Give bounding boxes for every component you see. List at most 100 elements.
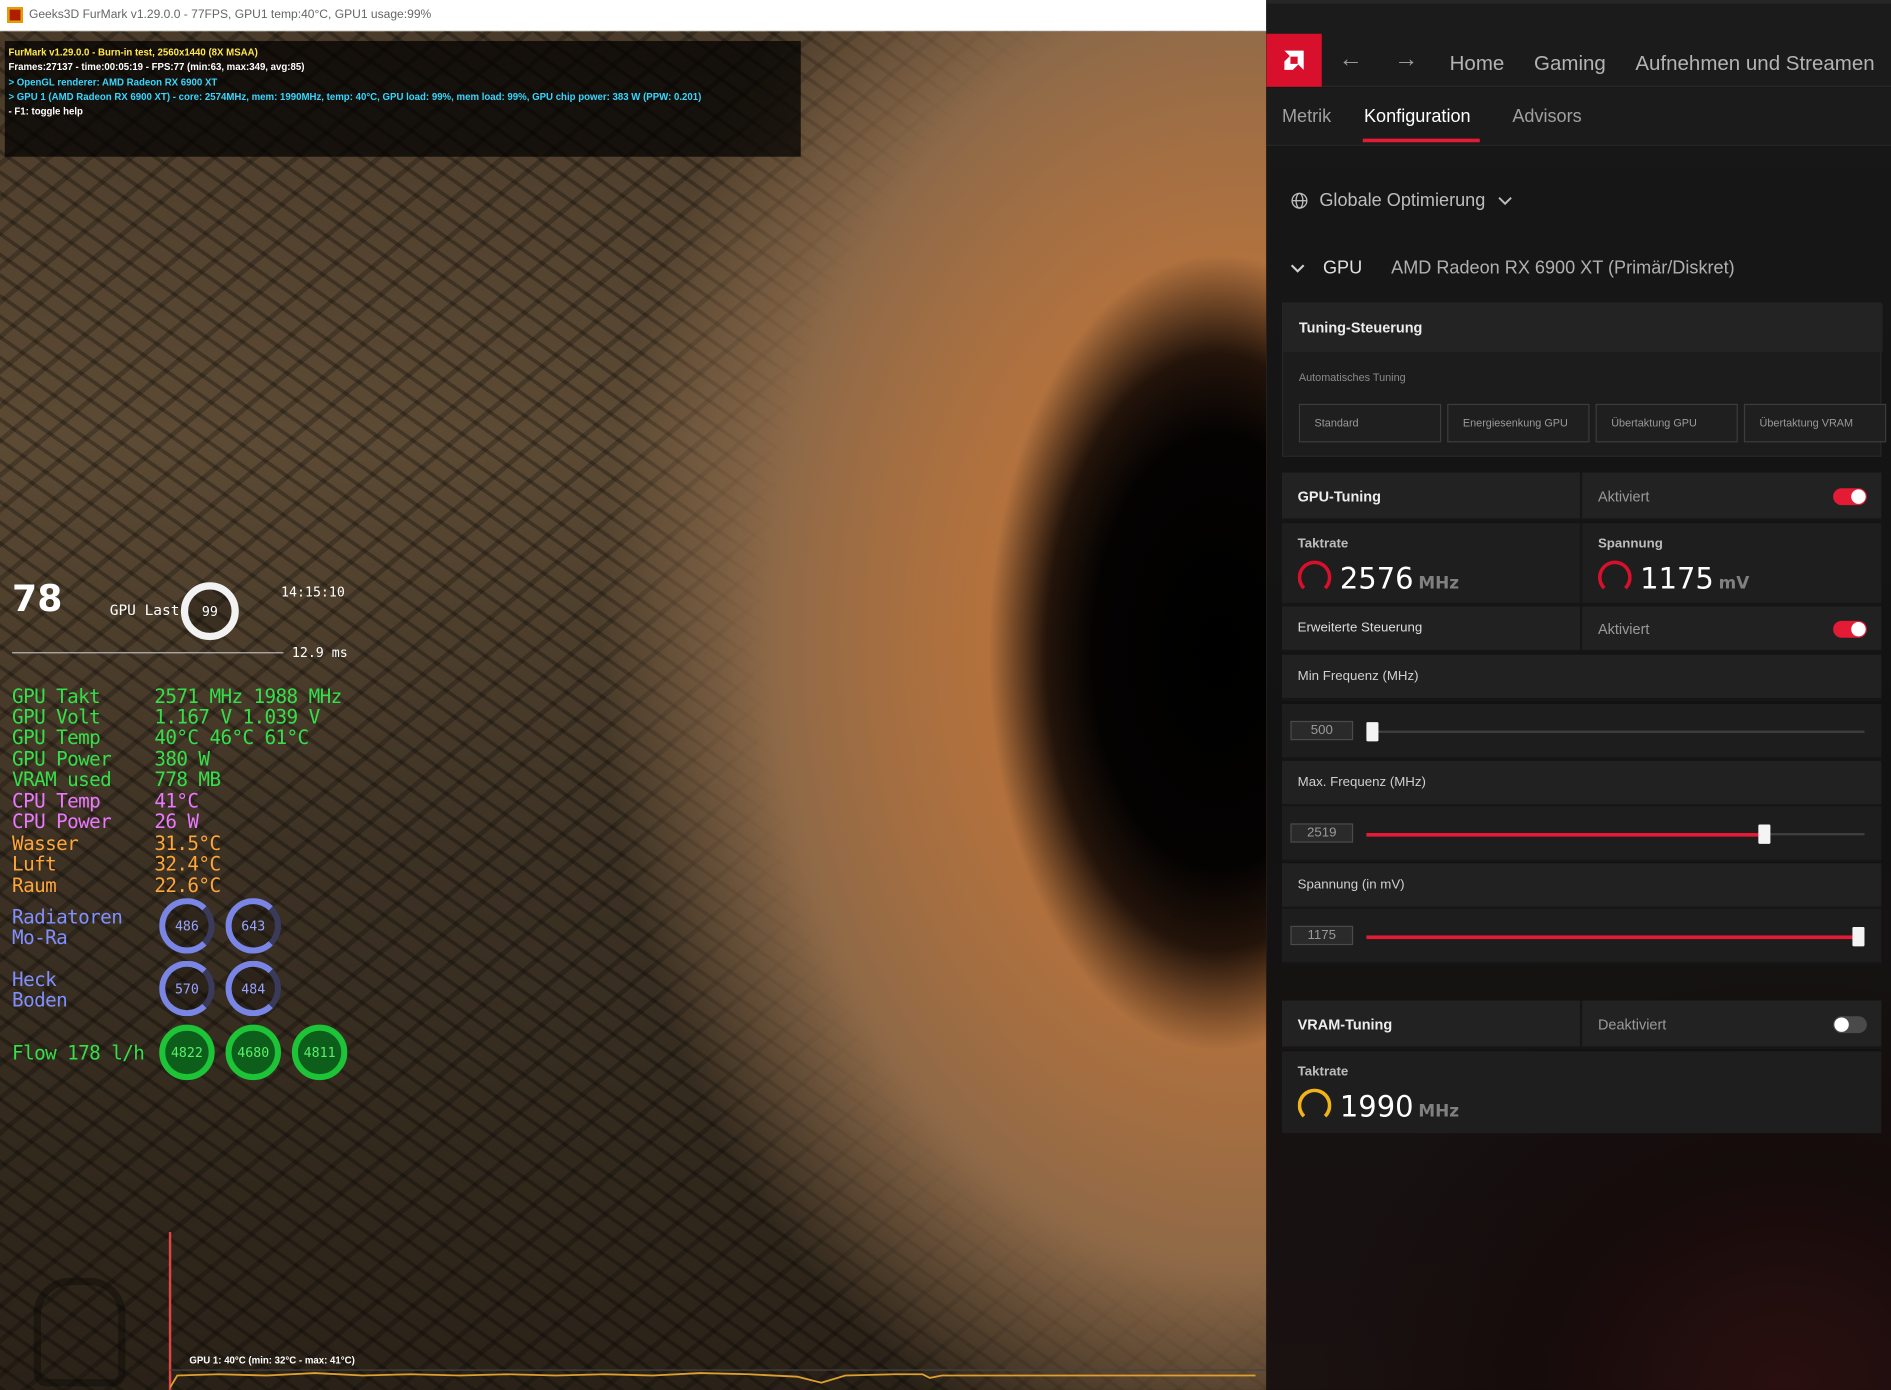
- vram-clock-unit: MHz: [1418, 1101, 1460, 1122]
- stat-row: GPU Power 380 W: [12, 747, 210, 771]
- gpu-tuning-header: GPU-Tuning Aktiviert: [1281, 472, 1882, 521]
- furmark-window-title: Geeks3D FurMark v1.29.0.0 - 77FPS, GPU1 …: [28, 8, 432, 22]
- stat-label: Wasser: [12, 831, 79, 855]
- clock-label: Taktrate: [1297, 536, 1349, 551]
- nav-home[interactable]: Home: [1450, 52, 1505, 76]
- stat-row: GPU Takt 2571 MHz 1988 MHz: [12, 685, 342, 708]
- radiator-fan-value: 643: [241, 917, 266, 934]
- info-line-renderer: > OpenGL renderer: AMD Radeon RX 6900 XT: [8, 76, 218, 88]
- gpu-tuning-toggle[interactable]: [1833, 488, 1867, 506]
- max-frequency-thumb[interactable]: [1758, 824, 1771, 844]
- active-tab-indicator: [1362, 138, 1480, 143]
- forward-arrow-icon[interactable]: →: [1394, 46, 1418, 74]
- vram-clock-readout: 1990 MHz: [1340, 1090, 1459, 1124]
- stat-label: GPU Volt: [12, 705, 101, 729]
- tab-metrics[interactable]: Metrik: [1282, 106, 1331, 126]
- flow-label: Flow 178 l/h: [12, 1041, 145, 1065]
- voltage-setting-label: Spannung (in mV): [1297, 877, 1405, 893]
- overlay-clock: 14:15:10: [280, 584, 345, 601]
- stat-value: 380 W: [154, 747, 210, 771]
- stat-row: VRAM used 778 MB: [12, 767, 221, 791]
- voltage-input[interactable]: 1175: [1290, 925, 1354, 946]
- heck-fan-value: 570: [174, 980, 199, 997]
- overlay-gpu-load-value: 99: [201, 603, 218, 620]
- furmark-titlebar[interactable]: Geeks3D FurMark v1.29.0.0 - 77FPS, GPU1 …: [0, 0, 1267, 32]
- overlay-frametime: 12.9 ms: [291, 644, 348, 661]
- stat-value: 40°C 46°C 61°C: [154, 725, 309, 749]
- overlay-gpu-load-label: GPU Last: [109, 601, 180, 619]
- voltage-slider[interactable]: [1366, 927, 1865, 947]
- advanced-control-toggle[interactable]: [1833, 620, 1867, 638]
- stat-row: CPU Power 26 W: [12, 810, 199, 834]
- stat-value: 1.167 V 1.039 V: [154, 705, 320, 729]
- nav-gaming[interactable]: Gaming: [1534, 52, 1606, 76]
- back-arrow-icon[interactable]: ←: [1339, 46, 1363, 74]
- auto-tuning-label: Automatisches Tuning: [1298, 371, 1406, 384]
- preset-standard-button[interactable]: Standard: [1298, 403, 1442, 443]
- voltage-thumb[interactable]: [1852, 927, 1865, 947]
- pump-ring-1: 4822: [159, 1024, 215, 1081]
- stat-row: CPU Temp 41°C: [12, 790, 199, 813]
- amd-logo-icon[interactable]: [1266, 33, 1322, 87]
- clock-gauge-icon: [1297, 560, 1332, 595]
- furmark-window: Geeks3D FurMark v1.29.0.0 - 77FPS, GPU1 …: [0, 0, 1267, 1390]
- advanced-control-header: Erweiterte Steuerung Aktiviert: [1281, 606, 1882, 653]
- stat-value: 2571 MHz 1988 MHz: [154, 684, 342, 708]
- stat-row: GPU Temp 40°C 46°C 61°C: [12, 726, 309, 749]
- stat-value: 31.5°C: [154, 831, 221, 855]
- tab-advisors[interactable]: Advisors: [1512, 106, 1581, 126]
- tab-configuration[interactable]: Konfiguration: [1364, 106, 1471, 126]
- advanced-control-state: Aktiviert: [1597, 620, 1650, 638]
- vram-metrics-row: Taktrate 1990 MHz: [1281, 1051, 1882, 1134]
- max-frequency-input[interactable]: 2519: [1290, 823, 1354, 843]
- clock-unit: MHz: [1418, 573, 1460, 594]
- min-frequency-input[interactable]: 500: [1290, 720, 1354, 741]
- amd-software-panel: ← → Home Gaming Aufnehmen und Streamen M…: [1266, 0, 1891, 1390]
- pump-ring-2: 4680: [225, 1024, 281, 1081]
- gpu-label: GPU: [1322, 257, 1363, 279]
- pump-value: 4680: [237, 1044, 270, 1061]
- vram-clock-label: Taktrate: [1297, 1064, 1349, 1079]
- max-frequency-row: Max. Frequenz (MHz): [1281, 760, 1882, 807]
- vram-tuning-state: Deaktiviert: [1597, 1016, 1667, 1034]
- nav-record-stream[interactable]: Aufnehmen und Streamen: [1635, 52, 1874, 76]
- stat-value: 26 W: [154, 810, 199, 834]
- scope-dropdown[interactable]: Globale Optimierung: [1290, 190, 1512, 211]
- radiator-fan-ring-1: 486: [159, 898, 215, 954]
- furmark-app-icon: [7, 7, 23, 23]
- stat-value: 778 MB: [154, 767, 221, 791]
- vram-tuning-title: VRAM-Tuning: [1297, 1016, 1393, 1034]
- pump-ring-3: 4811: [291, 1024, 348, 1081]
- min-frequency-label: Min Frequenz (MHz): [1297, 669, 1419, 684]
- min-frequency-thumb[interactable]: [1366, 722, 1379, 742]
- max-frequency-slider[interactable]: [1366, 824, 1865, 844]
- gpu-tuning-state: Aktiviert: [1597, 488, 1650, 506]
- gpu-selector[interactable]: GPU AMD Radeon RX 6900 XT (Primär/Diskre…: [1290, 257, 1735, 279]
- scope-label: Globale Optimierung: [1319, 190, 1486, 211]
- globe-icon: [1291, 192, 1308, 209]
- pump-value: 4811: [303, 1044, 336, 1061]
- min-frequency-slider-row: 500: [1281, 704, 1882, 760]
- stat-label: GPU Takt: [12, 684, 101, 708]
- voltage-slider-row: 1175: [1281, 908, 1882, 965]
- vram-tuning-toggle[interactable]: [1833, 1016, 1867, 1034]
- preset-overclock-vram-button[interactable]: Übertaktung VRAM: [1743, 403, 1887, 443]
- furmark-watermark-logo: [33, 1277, 126, 1387]
- vram-tuning-header: VRAM-Tuning Deaktiviert: [1281, 1000, 1882, 1049]
- stat-value: 32.4°C: [154, 852, 221, 876]
- voltage-gauge-icon: [1597, 560, 1632, 595]
- chevron-down-icon: [1290, 263, 1305, 273]
- overlay-gpu-load-ring: 99: [180, 582, 239, 641]
- stat-row: GPU Volt 1.167 V 1.039 V: [12, 705, 320, 728]
- clock-value: 2576: [1339, 561, 1414, 596]
- min-frequency-row: Min Frequenz (MHz): [1281, 654, 1882, 701]
- stat-value: 22.6°C: [154, 873, 221, 897]
- min-frequency-slider[interactable]: [1366, 722, 1865, 742]
- voltage-readout: 1175 mV: [1640, 562, 1749, 596]
- amd-sub-tabs: Metrik Konfiguration Advisors: [1266, 88, 1891, 146]
- voltage-setting-row: Spannung (in mV): [1281, 863, 1882, 909]
- preset-undervolt-button[interactable]: Energiesenkung GPU: [1447, 403, 1590, 443]
- preset-overclock-gpu-button[interactable]: Übertaktung GPU: [1595, 403, 1738, 443]
- stat-label: Luft: [12, 852, 57, 876]
- tuning-control-card: Tuning-Steuerung Automatisches Tuning St…: [1281, 302, 1887, 457]
